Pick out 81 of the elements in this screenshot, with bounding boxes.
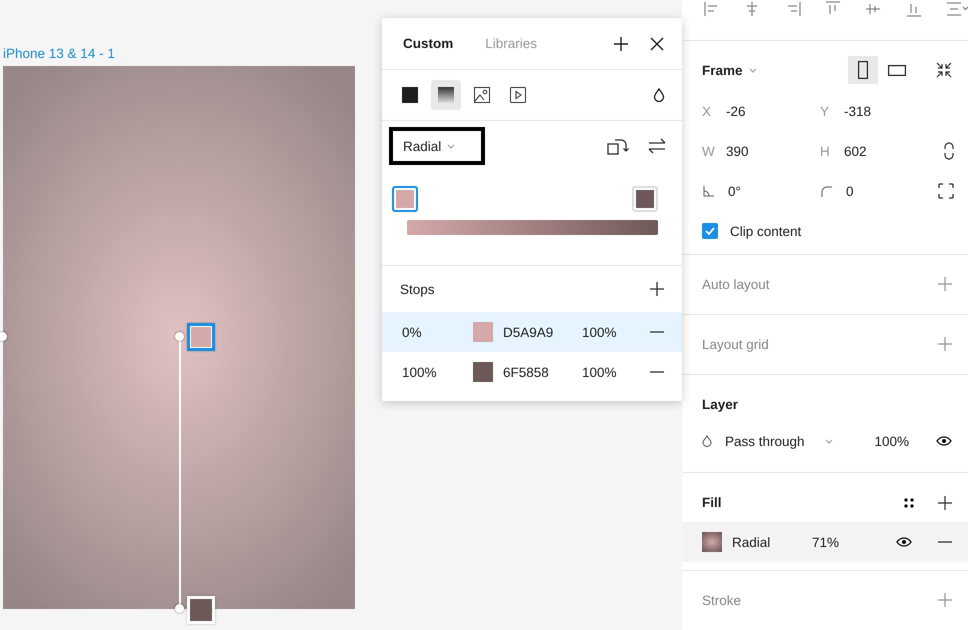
hex-value[interactable]: 6F5858 [503, 364, 582, 380]
field-value: -26 [726, 104, 746, 119]
gradient-bar[interactable] [407, 220, 658, 235]
opacity-value[interactable]: 100% [582, 364, 650, 380]
landscape-icon [888, 64, 906, 76]
drop-icon [702, 435, 712, 448]
align-icon[interactable] [704, 1, 720, 18]
chevron-icon [447, 144, 456, 148]
section-title: Stroke [702, 592, 742, 608]
gradient-handle[interactable] [175, 604, 184, 613]
fill-type[interactable]: Radial [732, 534, 802, 550]
collapse-icon[interactable] [936, 62, 952, 78]
stop-swatch[interactable] [187, 323, 215, 351]
distribute-icon[interactable] [946, 1, 968, 18]
tab[interactable]: Custom [399, 30, 458, 57]
align-icon[interactable] [906, 1, 922, 18]
close-icon[interactable] [649, 36, 665, 52]
stop-row[interactable]: 0% D5A9A9 100% [382, 312, 682, 352]
dimension-field[interactable]: W 390 [702, 131, 820, 172]
video-icon [510, 87, 526, 103]
corner-radius-icon [821, 186, 832, 197]
image-icon [474, 87, 490, 103]
field-value: 602 [844, 144, 867, 159]
section-title: Layer [702, 396, 738, 412]
plus-icon[interactable] [613, 36, 629, 52]
plus-icon[interactable] [650, 282, 664, 296]
solid-fill-icon [402, 87, 418, 103]
fill-row[interactable]: Radial 71% [682, 522, 968, 562]
portrait-button[interactable] [848, 56, 878, 84]
chevron-icon [824, 438, 833, 444]
field-value: 0° [728, 184, 741, 199]
dimension-field[interactable]: 0 [820, 171, 938, 212]
portrait-icon [858, 61, 868, 80]
fill-type-button[interactable] [431, 80, 461, 110]
checkbox-label: Clip content [730, 224, 802, 239]
fill-swatch[interactable] [702, 532, 722, 552]
dimension-field[interactable]: H 602 [820, 131, 938, 172]
stop-position[interactable]: 0% [402, 324, 473, 340]
field-value: 0 [846, 184, 854, 199]
angle-icon [703, 186, 714, 197]
eye-icon[interactable] [936, 436, 952, 446]
rotate-icon[interactable] [607, 137, 629, 155]
eye-icon[interactable] [896, 537, 912, 548]
stop-position[interactable]: 100% [402, 364, 473, 380]
field-label: H [820, 144, 830, 159]
minus-icon[interactable] [650, 331, 664, 333]
plus-icon[interactable] [938, 496, 952, 510]
checkbox[interactable] [702, 223, 718, 240]
constrain-proportions-icon[interactable] [944, 142, 954, 160]
gradient-fill-icon [438, 87, 454, 103]
field-value: -318 [844, 104, 872, 119]
styles-icon[interactable] [904, 498, 914, 508]
gradient-handle[interactable] [0, 332, 7, 341]
section-title: Auto layout [702, 276, 770, 292]
section-title: Stops [400, 282, 435, 296]
independent-corners-icon[interactable] [938, 183, 954, 200]
minus-icon[interactable] [938, 541, 952, 544]
color-swatch[interactable] [473, 362, 493, 382]
frame-dropdown[interactable]: Frame [702, 62, 757, 78]
stop-marker[interactable] [392, 186, 418, 212]
section-title: Layout grid [702, 336, 769, 352]
chevron-icon [748, 68, 757, 73]
opacity-value[interactable]: 71% [812, 534, 840, 550]
color-swatch[interactable] [473, 322, 493, 342]
field-label: X [702, 104, 712, 119]
blend-mode-dropdown[interactable]: Pass through [725, 434, 833, 449]
stop-row[interactable]: 100% 6F5858 100% [382, 352, 682, 392]
dimension-field[interactable]: 0° [702, 171, 820, 212]
drop-icon[interactable] [653, 88, 665, 102]
minus-icon[interactable] [650, 371, 664, 373]
checkmark-icon [705, 227, 715, 236]
field-label: Y [820, 104, 830, 119]
gradient-type-dropdown[interactable]: Radial [389, 127, 485, 165]
field-value: 390 [726, 144, 749, 159]
dimension-field[interactable]: X -26 [702, 91, 820, 132]
section-title: Fill [702, 495, 722, 510]
opacity-value[interactable]: 100% [582, 324, 650, 340]
swap-icon[interactable] [647, 137, 667, 155]
opacity-value[interactable]: 100% [874, 434, 909, 449]
hex-value[interactable]: D5A9A9 [503, 324, 582, 340]
dimension-field[interactable]: Y -318 [820, 91, 938, 132]
